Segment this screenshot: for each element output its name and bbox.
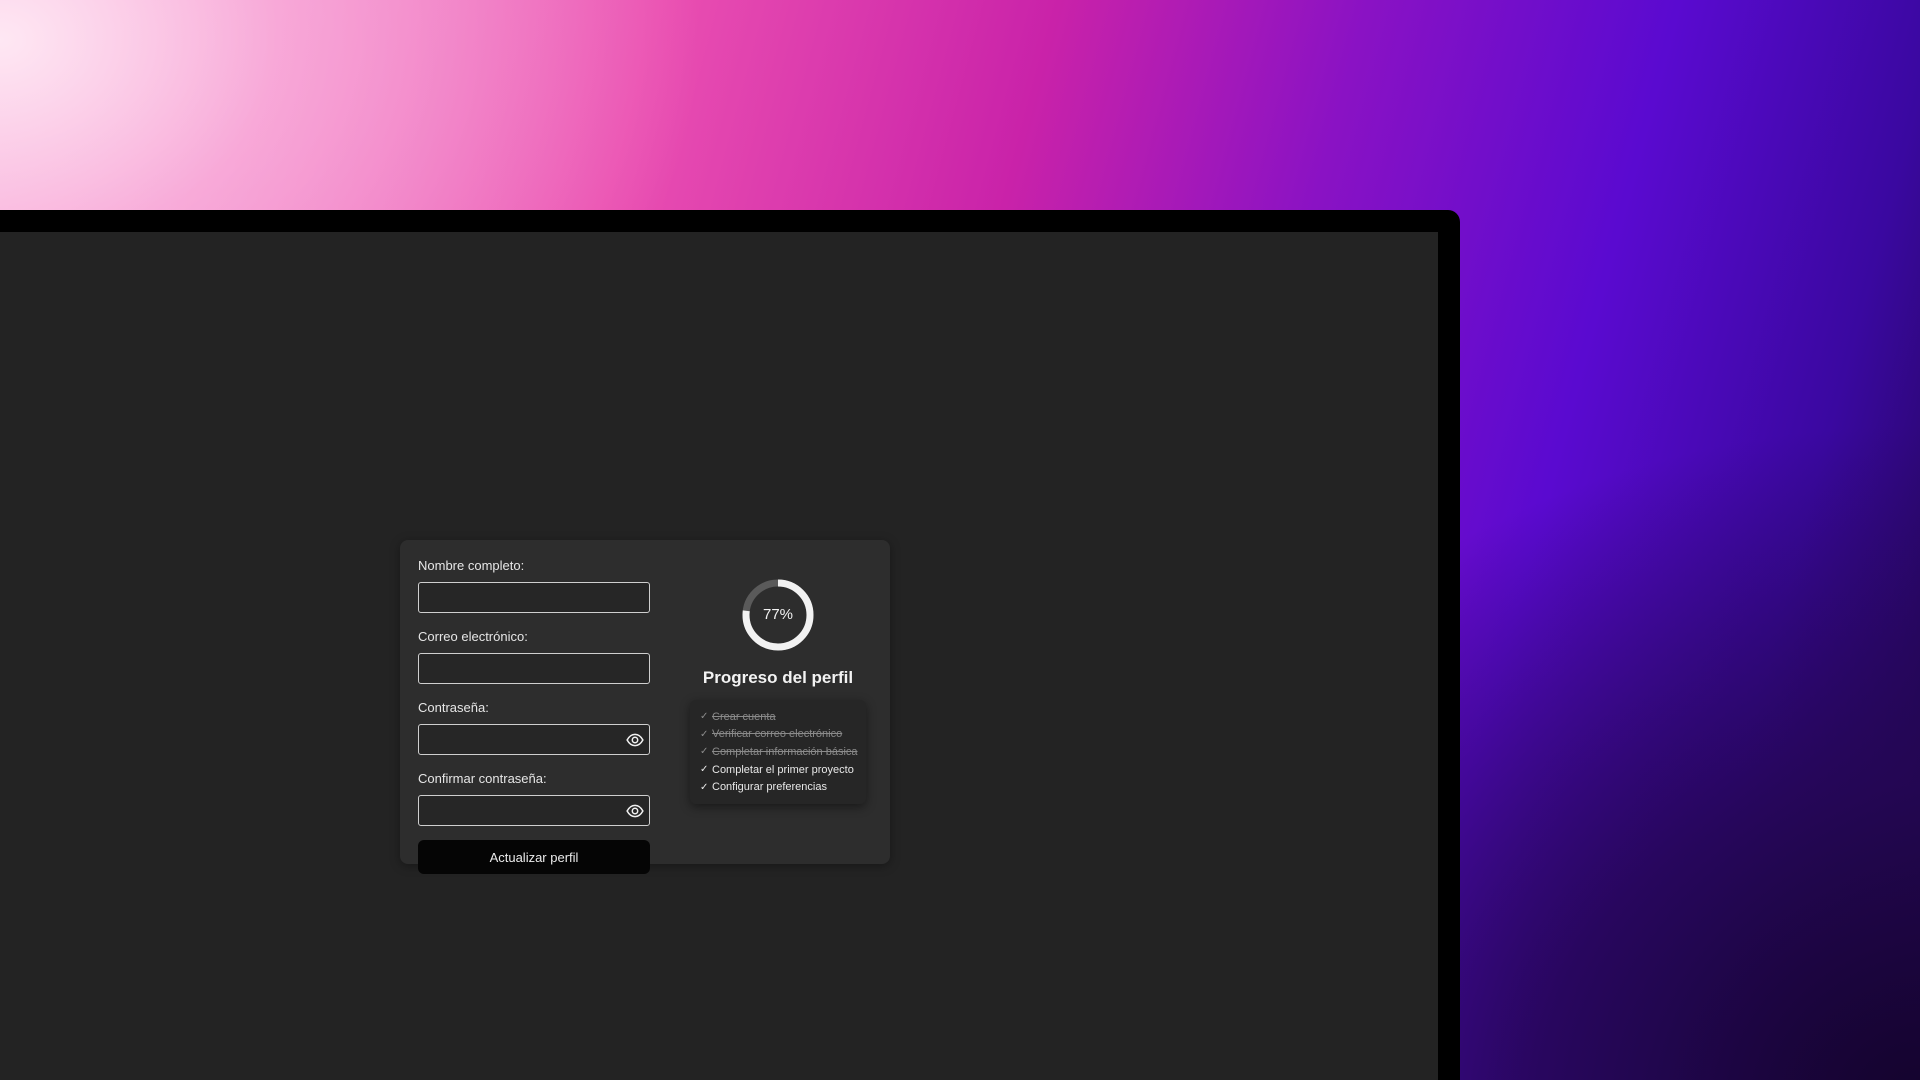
checklist-item: ✓ Configurar preferencias <box>700 778 858 796</box>
checkmark-icon: ✓ <box>700 781 709 793</box>
window-content: Nombre completo: Correo electrónico: Con… <box>0 232 1438 1080</box>
profile-card: Nombre completo: Correo electrónico: Con… <box>400 540 890 874</box>
checklist-item: ✓ Crear cuenta <box>700 708 858 726</box>
checkmark-icon: ✓ <box>700 764 709 776</box>
password-input[interactable] <box>418 724 650 755</box>
progress-ring: 77% <box>741 578 815 652</box>
password-input-wrap <box>418 724 650 755</box>
progress-checklist: ✓ Crear cuenta ✓ Verificar correo electróni… <box>690 700 866 804</box>
checklist-item-label: Configurar preferencias <box>712 781 827 794</box>
full-name-label: Nombre completo: <box>418 558 525 573</box>
confirm-password-input-wrap <box>418 795 650 826</box>
email-label: Correo electrónico: <box>418 629 528 644</box>
email-input[interactable] <box>418 653 650 684</box>
email-field: Correo electrónico: <box>418 629 650 684</box>
update-profile-button[interactable]: Actualizar perfil <box>418 840 650 874</box>
progress-title: Progreso del perfil <box>702 668 854 687</box>
password-label: Contraseña: <box>418 700 489 715</box>
show-password-button[interactable] <box>626 731 644 749</box>
eye-icon <box>626 733 644 747</box>
profile-form: Nombre completo: Correo electrónico: Con… <box>418 558 650 874</box>
checkmark-icon: ✓ <box>700 728 709 740</box>
checklist-item: ✓ Verificar correo electrónico <box>700 726 858 744</box>
progress-percent: 77% <box>762 606 794 623</box>
checklist-item: ✓ Completar el primer proyecto <box>700 761 858 779</box>
full-name-input[interactable] <box>418 582 650 613</box>
confirm-password-input[interactable] <box>418 795 650 826</box>
show-confirm-password-button[interactable] <box>626 802 644 820</box>
checklist-item-label: Completar información básica <box>712 745 858 758</box>
email-input-wrap <box>418 653 650 684</box>
eye-icon <box>626 804 644 818</box>
checklist-item-label: Completar el primer proyecto <box>712 763 854 776</box>
checklist-item-label: Crear cuenta <box>712 710 776 723</box>
full-name-field: Nombre completo: <box>418 558 650 613</box>
checkmark-icon: ✓ <box>700 746 709 758</box>
confirm-password-field: Confirmar contraseña: <box>418 771 650 826</box>
password-field: Contraseña: <box>418 700 650 755</box>
checkmark-icon: ✓ <box>700 711 709 723</box>
checklist-item-label: Verificar correo electrónico <box>712 728 843 741</box>
full-name-input-wrap <box>418 582 650 613</box>
profile-progress-panel: 77% Progreso del perfil ✓ Crear cuenta ✓ Ve… <box>690 578 866 804</box>
checklist-item: ✓ Completar información básica <box>700 743 858 761</box>
app-window: Nombre completo: Correo electrónico: Con… <box>0 210 1460 1080</box>
confirm-password-label: Confirmar contraseña: <box>418 771 547 786</box>
